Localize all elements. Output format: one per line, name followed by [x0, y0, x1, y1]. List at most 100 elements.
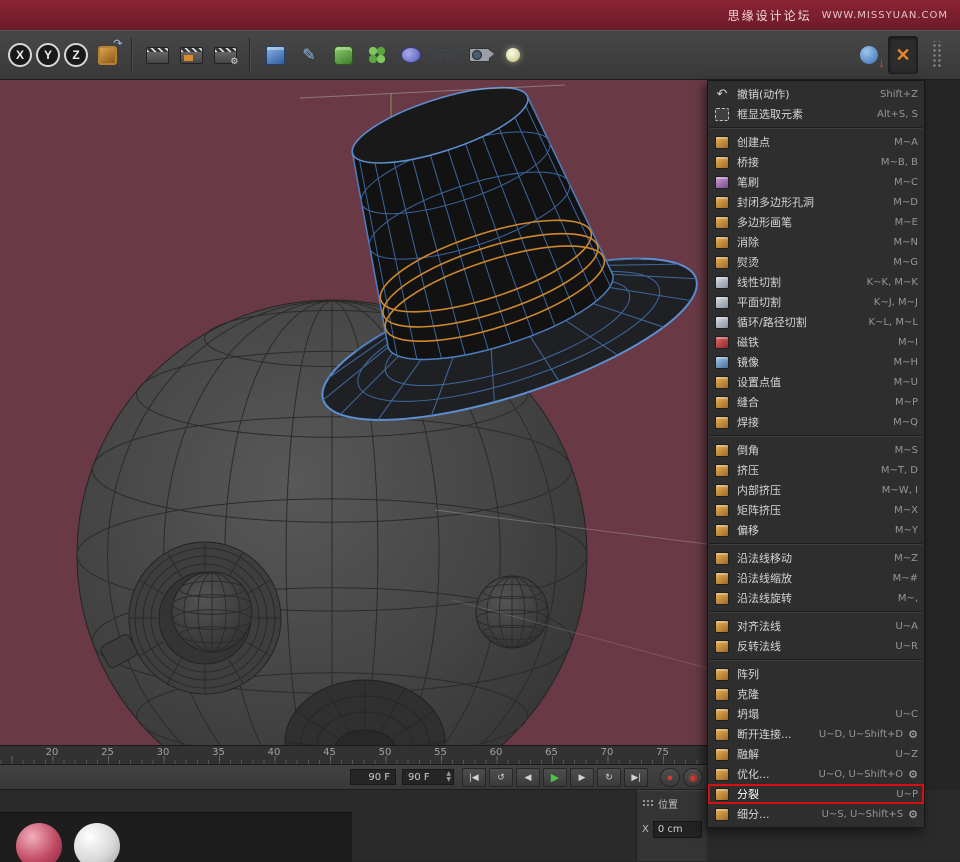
- x-coordinate-input[interactable]: 0 cm: [653, 821, 702, 838]
- array-object-button[interactable]: [362, 36, 392, 74]
- render-view-button[interactable]: [142, 36, 172, 74]
- menu-item-move-normal[interactable]: 沿法线移动M~Z: [708, 548, 924, 568]
- timeline-ruler[interactable]: 202530354045505560657075: [0, 745, 707, 765]
- camera-button[interactable]: [464, 36, 494, 74]
- menu-item-shortcut: U~P: [896, 789, 918, 800]
- menu-item-bridge[interactable]: 桥接M~B, B: [708, 152, 924, 172]
- menu-item-label: 磁铁: [737, 334, 890, 350]
- light-button[interactable]: [498, 36, 528, 74]
- menu-item-reverse-normals[interactable]: 反转法线U~R: [708, 636, 924, 656]
- menu-item-label: 内部挤压: [737, 482, 874, 498]
- menu-item-plane-cut[interactable]: 平面切割K~J, M~J: [708, 292, 924, 312]
- menu-item-shortcut: M~G: [893, 257, 918, 268]
- menu-item-magnet[interactable]: 磁铁M~I: [708, 332, 924, 352]
- render-picture-viewer-button[interactable]: [176, 36, 206, 74]
- material-swatch-white[interactable]: [74, 823, 120, 862]
- menu-item-collapse[interactable]: 坍塌U~C: [708, 704, 924, 724]
- monocle-eye-sphere: [172, 572, 252, 652]
- melt-icon: [715, 748, 729, 761]
- render-settings-button[interactable]: [210, 36, 240, 74]
- menu-item-label: 细分...: [737, 806, 814, 822]
- y-axis-lock-button[interactable]: Y: [36, 43, 60, 67]
- menu-item-label: 阵列: [737, 666, 910, 682]
- menu-item-loop-cut[interactable]: 循环/路径切割K~L, M~L: [708, 312, 924, 332]
- viewport-3d[interactable]: [0, 80, 707, 745]
- material-swatch-red[interactable]: [16, 823, 62, 862]
- menu-item-polygon-pen[interactable]: 多边形画笔M~E: [708, 212, 924, 232]
- subdivision-surface-button[interactable]: [328, 36, 358, 74]
- menu-item-offset[interactable]: 偏移M~Y: [708, 520, 924, 540]
- frame-end-field[interactable]: 90 F: [350, 769, 396, 785]
- frame-range-spinner[interactable]: ▲▼: [446, 771, 451, 783]
- material-transfer-button[interactable]: [854, 36, 884, 74]
- menu-item-label: 封闭多边形孔洞: [737, 194, 885, 210]
- next-frame-button[interactable]: ▶: [570, 768, 594, 787]
- material-transfer-icon: [860, 46, 878, 64]
- add-cube-button[interactable]: [260, 36, 290, 74]
- menu-item-matrix-extrude[interactable]: 矩阵挤压M~X: [708, 500, 924, 520]
- menu-item-clone[interactable]: 克隆: [708, 684, 924, 704]
- dissolve-icon: [715, 236, 729, 249]
- menu-item-stitch[interactable]: 缝合 M~P: [708, 392, 924, 412]
- menu-item-iron[interactable]: 熨烫M~G: [708, 252, 924, 272]
- menu-item-line-cut[interactable]: 线性切割K~K, M~K: [708, 272, 924, 292]
- z-axis-lock-button[interactable]: Z: [64, 43, 88, 67]
- menu-item-split[interactable]: 分裂U~P: [708, 784, 924, 804]
- menu-item-weld[interactable]: 焊接M~Q: [708, 412, 924, 432]
- menu-item-inner-extrude[interactable]: 内部挤压M~W, I: [708, 480, 924, 500]
- play-loop-button[interactable]: ↻: [597, 768, 621, 787]
- active-tool-button[interactable]: [888, 36, 918, 74]
- menu-item-set-point-value[interactable]: 设置点值M~U: [708, 372, 924, 392]
- frame-range-value: 90 F: [408, 772, 430, 783]
- spline-pen-button[interactable]: [294, 36, 324, 74]
- menu-item-align-normals[interactable]: 对齐法线U~A: [708, 616, 924, 636]
- plane-cut-icon: [715, 296, 729, 309]
- menu-item-extrude[interactable]: 挤压M~T, D: [708, 460, 924, 480]
- main-toolbar: X Y Z: [0, 30, 960, 80]
- previous-frame-button[interactable]: ◀: [516, 768, 540, 787]
- gear-icon[interactable]: ⚙: [908, 729, 918, 740]
- menu-item-close-hole[interactable]: 封闭多边形孔洞M~D: [708, 192, 924, 212]
- menu-item-shortcut: M~B, B: [881, 157, 918, 168]
- menu-item-melt[interactable]: 融解U~Z: [708, 744, 924, 764]
- coordinate-system-button[interactable]: [92, 36, 122, 74]
- menu-item-array[interactable]: 阵列: [708, 664, 924, 684]
- menu-separator: [710, 127, 922, 129]
- gear-icon[interactable]: ⚙: [908, 769, 918, 780]
- autokeying-button[interactable]: ◉: [683, 768, 703, 787]
- record-keyframe-button[interactable]: ●: [660, 768, 680, 787]
- workplane-button[interactable]: [430, 36, 460, 74]
- play-button[interactable]: ▶: [543, 768, 567, 787]
- timeline-tick: 40: [268, 747, 281, 758]
- menu-item-shortcut: M~P: [895, 397, 918, 408]
- menu-item-mirror[interactable]: 镜像M~H: [708, 352, 924, 372]
- optimize-icon: [715, 768, 729, 781]
- menu-item-undo[interactable]: 撤销(动作)Shift+Z: [708, 84, 924, 104]
- palette-grip[interactable]: [922, 36, 952, 74]
- menu-item-disconnect[interactable]: 断开连接...U~D, U~Shift+D⚙: [708, 724, 924, 744]
- menu-item-scale-normal[interactable]: 沿法线缩放M~#: [708, 568, 924, 588]
- menu-item-dissolve[interactable]: 消除M~N: [708, 232, 924, 252]
- menu-item-create-point[interactable]: 创建点M~A: [708, 132, 924, 152]
- menu-item-shortcut: M~T, D: [881, 465, 918, 476]
- menu-item-rotate-normal[interactable]: 沿法线旋转M~,: [708, 588, 924, 608]
- menu-item-brush[interactable]: 笔刷M~C: [708, 172, 924, 192]
- goto-end-button[interactable]: ▶|: [624, 768, 648, 787]
- menu-item-subdivide[interactable]: 细分...U~S, U~Shift+S⚙: [708, 804, 924, 824]
- menu-item-label: 矩阵挤压: [737, 502, 886, 518]
- site-url: WWW.MISSYUAN.COM: [822, 10, 948, 21]
- menu-item-label: 平面切割: [737, 294, 866, 310]
- menu-item-bevel[interactable]: 倒角M~S: [708, 440, 924, 460]
- menu-item-optimize[interactable]: 优化...U~O, U~Shift+O⚙: [708, 764, 924, 784]
- menu-item-label: 缝合: [737, 394, 887, 410]
- coordinates-title: 位置: [658, 796, 678, 811]
- metaball-button[interactable]: [396, 36, 426, 74]
- play-backwards-button[interactable]: ↺: [489, 768, 513, 787]
- frame-range-field[interactable]: 90 F ▲▼: [402, 769, 454, 785]
- gear-icon[interactable]: ⚙: [908, 809, 918, 820]
- goto-start-button[interactable]: |◀: [462, 768, 486, 787]
- x-axis-lock-button[interactable]: X: [8, 43, 32, 67]
- add-cube-icon: [266, 46, 285, 65]
- menu-item-frame-select[interactable]: 框显选取元素Alt+S, S: [708, 104, 924, 124]
- bridge-icon: [715, 156, 729, 169]
